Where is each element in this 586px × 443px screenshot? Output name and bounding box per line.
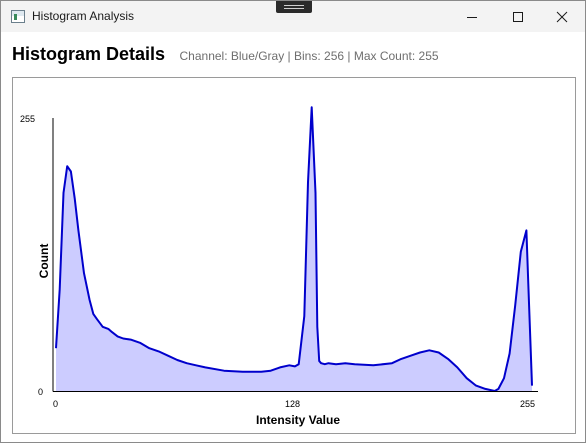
y-axis-title: Count [37,243,51,279]
minimize-icon [467,16,477,18]
histogram-plot [52,106,538,392]
histogram-info: Channel: Blue/Gray | Bins: 256 | Max Cou… [179,49,439,63]
app-icon [11,10,25,23]
maximize-button[interactable] [495,1,541,32]
x-tick-label-max: 255 [520,399,536,409]
page-title: Histogram Details [12,44,166,64]
minimize-button[interactable] [449,1,495,32]
app-window: Histogram Analysis Histogram Details Cha… [0,0,586,443]
maximize-icon [513,11,523,22]
close-button[interactable] [539,1,585,32]
snap-handle[interactable] [276,1,312,13]
x-tick-label-min: 0 [53,399,59,409]
heading-row: Histogram Details Channel: Blue/Gray | B… [12,44,439,70]
y-tick-label-min: 0 [38,387,44,397]
histogram-chart: Count Intensity Value 255 0 0 128 255 [12,77,576,434]
histogram-area-fill [56,107,532,392]
title-bar[interactable]: Histogram Analysis [1,1,585,32]
x-tick-label-mid: 128 [285,399,301,409]
x-axis-title: Intensity Value [255,413,341,427]
close-icon [556,11,568,22]
window-title: Histogram Analysis [32,9,135,23]
y-tick-label-max: 255 [20,114,36,124]
